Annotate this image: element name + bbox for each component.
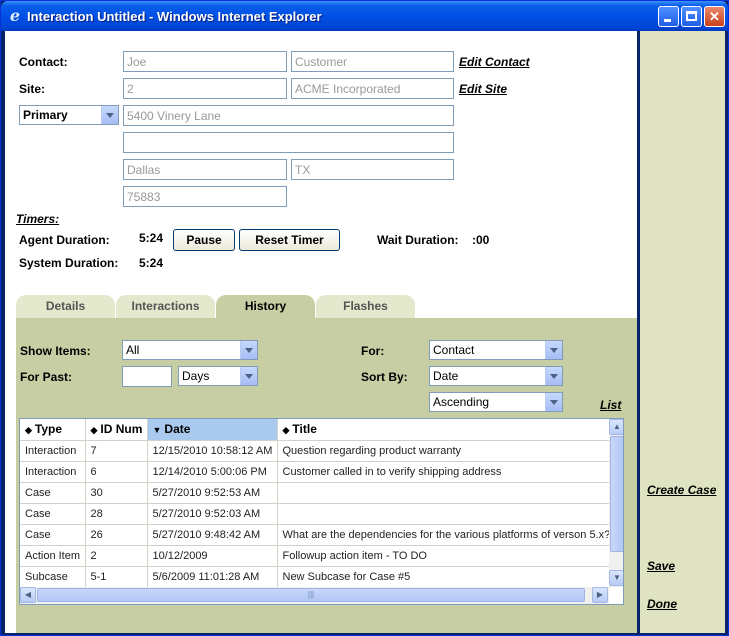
state-field[interactable]: TX bbox=[291, 159, 454, 180]
contact-label: Contact: bbox=[19, 55, 68, 69]
column-header-type[interactable]: ◆ Type bbox=[20, 419, 86, 441]
table-row[interactable]: Case 28 5/27/2010 9:52:03 AM bbox=[20, 503, 610, 525]
site-id-field[interactable]: 2 bbox=[123, 78, 287, 99]
internet-explorer-icon: e bbox=[9, 6, 21, 25]
show-items-label: Show Items: bbox=[20, 344, 91, 358]
sort-by-value: Date bbox=[433, 369, 459, 383]
table-row[interactable]: Subcase 5-1 5/6/2009 11:01:28 AM New Subcas… bbox=[20, 566, 610, 588]
save-link[interactable]: Save bbox=[647, 559, 675, 573]
maximize-button[interactable] bbox=[681, 6, 702, 27]
address-line2-field[interactable] bbox=[123, 132, 454, 153]
wait-duration-value: :00 bbox=[472, 233, 490, 247]
sort-both-icon: ◆ bbox=[282, 425, 290, 436]
table-header-row: ◆ Type ◆ ID Num ▼ Date ◆ Title bbox=[20, 419, 610, 441]
history-panel: Show Items: All For Past: Days For: Cont… bbox=[16, 318, 637, 633]
edit-contact-link[interactable]: Edit Contact bbox=[459, 55, 530, 69]
for-past-label: For Past: bbox=[20, 370, 73, 384]
table-row[interactable]: Interaction 6 12/14/2010 5:00:06 PM Custome… bbox=[20, 461, 610, 483]
done-link[interactable]: Done bbox=[647, 597, 677, 611]
close-icon: ✕ bbox=[709, 9, 720, 24]
chevron-down-icon bbox=[240, 341, 257, 359]
scroll-down-icon[interactable]: ▼ bbox=[609, 570, 623, 586]
zip-field[interactable]: 75883 bbox=[123, 186, 287, 207]
title-bar[interactable]: e Interaction Untitled - Windows Interne… bbox=[1, 1, 728, 31]
create-case-link[interactable]: Create Case bbox=[647, 483, 716, 497]
chevron-down-icon bbox=[545, 393, 562, 411]
column-header-date[interactable]: ▼ Date bbox=[147, 419, 278, 441]
address-type-select[interactable]: Primary bbox=[19, 105, 119, 125]
site-name-field[interactable]: ACME Incorporated bbox=[291, 78, 454, 99]
site-label: Site: bbox=[19, 82, 46, 96]
table-row[interactable]: Interaction 7 12/15/2010 10:58:12 AM Questi… bbox=[20, 440, 610, 462]
scroll-up-icon[interactable]: ▲ bbox=[609, 419, 623, 435]
contact-first-name-field[interactable]: Joe bbox=[123, 51, 287, 72]
table-row[interactable]: Case 30 5/27/2010 9:52:53 AM bbox=[20, 482, 610, 504]
tab-flashes[interactable]: Flashes bbox=[316, 295, 415, 318]
timers-link[interactable]: Timers: bbox=[16, 212, 59, 226]
minimize-button[interactable] bbox=[658, 6, 679, 27]
list-view-link[interactable]: List bbox=[600, 398, 621, 412]
chevron-down-icon bbox=[545, 367, 562, 385]
show-items-value: All bbox=[126, 343, 140, 357]
column-header-id-num[interactable]: ◆ ID Num bbox=[85, 419, 148, 441]
sort-by-select[interactable]: Date bbox=[429, 366, 563, 386]
chevron-down-icon bbox=[101, 106, 118, 124]
for-past-amount-field[interactable] bbox=[122, 366, 172, 387]
chevron-down-icon bbox=[545, 341, 562, 359]
system-duration-value: 5:24 bbox=[139, 256, 164, 270]
system-duration-label: System Duration: bbox=[19, 256, 119, 270]
maximize-icon bbox=[686, 11, 697, 21]
tab-strip: Details Interactions History Flashes bbox=[16, 295, 637, 318]
sort-order-select[interactable]: Ascending bbox=[429, 392, 563, 412]
scroll-left-icon[interactable]: ◀ bbox=[20, 587, 36, 603]
minimize-icon bbox=[664, 19, 671, 22]
window-title: Interaction Untitled - Windows Internet … bbox=[27, 9, 322, 24]
horizontal-scroll-thumb[interactable]: ||| bbox=[37, 588, 585, 602]
edit-site-link[interactable]: Edit Site bbox=[459, 82, 507, 96]
address-type-value: Primary bbox=[23, 108, 68, 122]
chevron-down-icon bbox=[240, 367, 257, 385]
wait-duration-label: Wait Duration: bbox=[377, 233, 459, 247]
vertical-scrollbar[interactable]: ▲ ▼ bbox=[609, 419, 623, 587]
for-value: Contact bbox=[433, 343, 475, 357]
address-line1-field[interactable]: 5400 Vinery Lane bbox=[123, 105, 454, 126]
show-items-select[interactable]: All bbox=[122, 340, 258, 360]
column-header-title[interactable]: ◆ Title bbox=[277, 419, 610, 441]
tab-details[interactable]: Details bbox=[16, 295, 115, 318]
agent-duration-value: 5:24 bbox=[139, 231, 164, 245]
contact-last-name-field[interactable]: Customer bbox=[291, 51, 454, 72]
city-field[interactable]: Dallas bbox=[123, 159, 287, 180]
for-select[interactable]: Contact bbox=[429, 340, 563, 360]
table-row[interactable]: Case 26 5/27/2010 9:48:42 AM What are the d… bbox=[20, 524, 610, 546]
for-label: For: bbox=[361, 344, 385, 358]
for-past-unit-select[interactable]: Days bbox=[178, 366, 258, 386]
action-sidebar: Create Case Save Done bbox=[637, 31, 725, 633]
history-grid: ◆ Type ◆ ID Num ▼ Date ◆ Title Interaction 7 1… bbox=[19, 418, 624, 605]
sort-by-label: Sort By: bbox=[361, 370, 408, 384]
tab-interactions[interactable]: Interactions bbox=[116, 295, 215, 318]
sort-descending-icon: ▼ bbox=[152, 425, 162, 436]
sort-both-icon: ◆ bbox=[90, 425, 98, 436]
close-button[interactable]: ✕ bbox=[704, 6, 725, 27]
tab-history[interactable]: History bbox=[216, 295, 315, 318]
table-row[interactable]: Action Item 2 10/12/2009 Followup action it… bbox=[20, 545, 610, 567]
reset-timer-button[interactable]: Reset Timer bbox=[239, 229, 340, 251]
agent-duration-label: Agent Duration: bbox=[19, 233, 110, 247]
page-content: Contact: Joe Customer Edit Contact Site:… bbox=[5, 31, 725, 633]
for-past-unit-value: Days bbox=[182, 369, 210, 383]
browser-window: e Interaction Untitled - Windows Interne… bbox=[0, 0, 729, 636]
scroll-right-icon[interactable]: ▶ bbox=[592, 587, 608, 603]
history-table: ◆ Type ◆ ID Num ▼ Date ◆ Title Interaction 7 1… bbox=[20, 419, 610, 588]
sort-both-icon: ◆ bbox=[25, 425, 32, 436]
sort-order-value: Ascending bbox=[433, 395, 490, 409]
pause-button[interactable]: Pause bbox=[173, 229, 235, 251]
horizontal-scrollbar[interactable]: ◀ ||| ▶ bbox=[20, 587, 609, 604]
vertical-scroll-thumb[interactable] bbox=[610, 436, 623, 552]
